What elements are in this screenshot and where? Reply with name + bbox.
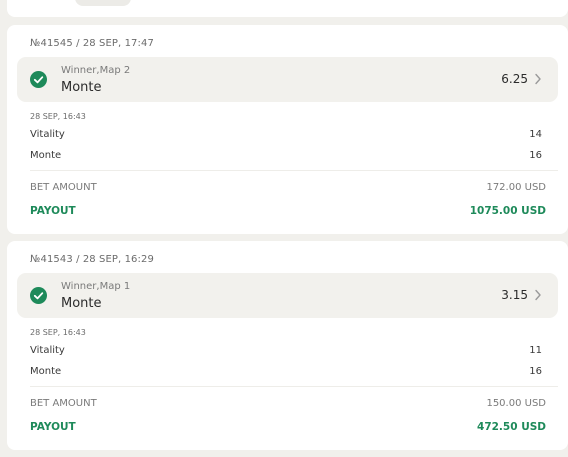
payout-value: 1075.00 USD bbox=[469, 205, 546, 217]
bet-id-date: №41545 / 28 SEP, 17:47 bbox=[30, 38, 154, 49]
payout-value: 472.50 USD bbox=[477, 421, 546, 433]
payout-label: PAYOUT bbox=[30, 421, 76, 433]
market-name: Winner,Map 1 bbox=[61, 281, 131, 292]
team-score: 14 bbox=[529, 129, 542, 140]
check-circle-icon bbox=[30, 287, 47, 304]
bet-id-date: №41543 / 28 SEP, 16:29 bbox=[30, 254, 154, 265]
team-score: 11 bbox=[529, 345, 542, 356]
market-name: Winner,Map 2 bbox=[61, 65, 131, 76]
bet-amount-label: BET AMOUNT bbox=[30, 398, 97, 409]
team-name: Monte bbox=[30, 150, 62, 161]
bet-card: №41543 / 28 SEP, 16:29 Winner,Map 1 Mont… bbox=[7, 241, 568, 450]
chevron-right-icon bbox=[535, 73, 541, 85]
divider bbox=[30, 386, 558, 387]
previous-card-bottom bbox=[7, 0, 568, 17]
team-name: Monte bbox=[30, 366, 62, 377]
bet-selection[interactable]: Winner,Map 2 Monte 6.25 bbox=[17, 57, 558, 102]
team-name: Vitality bbox=[30, 129, 65, 140]
match-time: 28 SEP, 16:43 bbox=[30, 328, 86, 337]
team-score: 16 bbox=[529, 366, 542, 377]
odds-value: 6.25 bbox=[501, 72, 528, 86]
payout-label: PAYOUT bbox=[30, 205, 76, 217]
team-name: Vitality bbox=[30, 345, 65, 356]
bet-amount-value: 150.00 USD bbox=[486, 398, 546, 409]
bet-amount-label: BET AMOUNT bbox=[30, 182, 97, 193]
bet-card: №41545 / 28 SEP, 17:47 Winner,Map 2 Mont… bbox=[7, 25, 568, 234]
match-time: 28 SEP, 16:43 bbox=[30, 112, 86, 121]
previous-card-button[interactable] bbox=[75, 0, 131, 6]
selected-team: Monte bbox=[61, 80, 102, 95]
selected-team: Monte bbox=[61, 296, 102, 311]
check-circle-icon bbox=[30, 71, 47, 88]
bet-amount-value: 172.00 USD bbox=[486, 182, 546, 193]
odds-value: 3.15 bbox=[501, 288, 528, 302]
team-score: 16 bbox=[529, 150, 542, 161]
divider bbox=[30, 170, 558, 171]
bet-selection[interactable]: Winner,Map 1 Monte 3.15 bbox=[17, 273, 558, 318]
chevron-right-icon bbox=[535, 289, 541, 301]
